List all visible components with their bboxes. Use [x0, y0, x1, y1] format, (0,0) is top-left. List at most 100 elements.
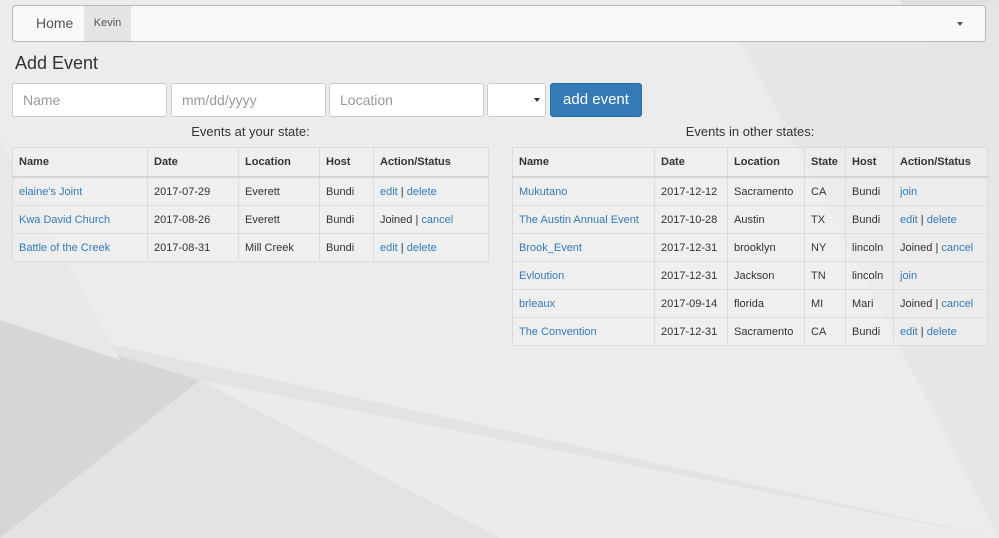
- delete-link[interactable]: delete: [927, 214, 957, 226]
- event-host-cell: lincoln: [845, 261, 894, 290]
- event-name-cell: Brook_Event: [512, 233, 655, 262]
- event-name-cell: Kwa David Church: [12, 205, 148, 234]
- local-events-caption: Events at your state:: [191, 124, 310, 139]
- column-header: Location: [238, 147, 320, 178]
- event-host-cell: lincoln: [845, 233, 894, 262]
- delete-link[interactable]: delete: [407, 186, 437, 198]
- event-host-cell: Mari: [845, 289, 894, 318]
- event-state-cell: NY: [804, 233, 846, 262]
- table-row: brleaux 2017-09-14 florida MI Mari Joined | c…: [512, 289, 988, 318]
- action-status-cell: edit | delete: [893, 317, 988, 346]
- event-host-cell: Bundi: [319, 233, 374, 262]
- name-input[interactable]: [12, 83, 167, 117]
- event-name-link[interactable]: Kwa David Church: [19, 214, 110, 226]
- event-name-cell: Evloution: [512, 261, 655, 290]
- local-events-table: Name Date Location Host Action/Status elaine…: [12, 147, 489, 262]
- chevron-down-icon[interactable]: [957, 22, 963, 26]
- date-input[interactable]: [171, 83, 326, 117]
- action-status-cell: join: [893, 176, 988, 206]
- edit-link[interactable]: edit: [900, 214, 918, 226]
- column-header: Name: [512, 147, 655, 178]
- status-text: Joined: [380, 213, 413, 226]
- action-status-cell: join: [893, 261, 988, 290]
- page-title: Add Event: [15, 53, 99, 73]
- event-host-cell: Bundi: [319, 176, 374, 206]
- table-row: The Austin Annual Event 2017-10-28 Austin T…: [512, 205, 988, 234]
- status-text: Joined: [900, 297, 933, 310]
- column-header: Host: [319, 147, 374, 178]
- event-date-cell: 2017-12-31: [654, 317, 728, 346]
- event-date-cell: 2017-07-29: [147, 176, 239, 206]
- event-name-link[interactable]: elaine's Joint: [19, 186, 82, 198]
- event-name-cell: The Convention: [512, 317, 655, 346]
- column-header: State: [804, 147, 846, 178]
- action-status-cell: edit | delete: [893, 205, 988, 234]
- join-link[interactable]: join: [900, 270, 917, 282]
- event-date-cell: 2017-12-12: [654, 176, 728, 206]
- event-state-cell: CA: [804, 176, 846, 206]
- event-location-cell: brooklyn: [727, 233, 805, 262]
- nav-home-link[interactable]: Home: [36, 6, 73, 41]
- event-name-link[interactable]: Brook_Event: [519, 242, 582, 254]
- event-date-cell: 2017-08-26: [147, 205, 239, 234]
- event-state-cell: MI: [804, 289, 846, 318]
- event-location-cell: Everett: [238, 176, 320, 206]
- event-location-cell: Everett: [238, 205, 320, 234]
- action-status-cell: edit | delete: [373, 176, 489, 206]
- column-header: Date: [654, 147, 728, 178]
- event-host-cell: Bundi: [319, 205, 374, 234]
- event-name-cell: Battle of the Creek: [12, 233, 148, 262]
- column-header: Date: [147, 147, 239, 178]
- join-link[interactable]: join: [900, 186, 917, 198]
- table-row: Mukutano 2017-12-12 Sacramento CA Bundi join: [512, 176, 988, 206]
- edit-link[interactable]: edit: [900, 326, 918, 338]
- edit-link[interactable]: edit: [380, 186, 398, 198]
- event-location-cell: Sacramento: [727, 317, 805, 346]
- event-name-cell: brleaux: [512, 289, 655, 318]
- table-row: Battle of the Creek 2017-08-31 Mill Creek B…: [12, 233, 489, 262]
- edit-link[interactable]: edit: [380, 242, 398, 254]
- column-header: Action/Status: [893, 147, 988, 178]
- nav-user-link[interactable]: Kevin: [84, 6, 131, 41]
- event-name-link[interactable]: The Austin Annual Event: [519, 214, 639, 226]
- event-date-cell: 2017-08-31: [147, 233, 239, 262]
- event-name-link[interactable]: Mukutano: [519, 186, 567, 198]
- table-header-row: Name Date Location State Host Action/Status: [512, 147, 988, 178]
- event-host-cell: Bundi: [845, 176, 894, 206]
- other-events-table: Name Date Location State Host Action/Status M…: [512, 147, 988, 346]
- event-state-cell: TN: [804, 261, 846, 290]
- event-name-link[interactable]: The Convention: [519, 326, 597, 338]
- event-date-cell: 2017-09-14: [654, 289, 728, 318]
- event-date-cell: 2017-10-28: [654, 205, 728, 234]
- event-location-cell: Sacramento: [727, 176, 805, 206]
- event-name-link[interactable]: brleaux: [519, 298, 555, 310]
- state-select[interactable]: [487, 83, 546, 117]
- event-name-cell: The Austin Annual Event: [512, 205, 655, 234]
- table-row: elaine's Joint 2017-07-29 Everett Bundi edit…: [12, 176, 489, 206]
- status-text: Joined: [900, 241, 933, 254]
- event-name-cell: elaine's Joint: [12, 176, 148, 206]
- navbar: Home Kevin: [12, 5, 986, 42]
- event-name-cell: Mukutano: [512, 176, 655, 206]
- column-header: Host: [845, 147, 894, 178]
- column-header: Action/Status: [373, 147, 489, 178]
- event-state-cell: TX: [804, 205, 846, 234]
- delete-link[interactable]: delete: [927, 326, 957, 338]
- table-row: Evloution 2017-12-31 Jackson TN lincoln join: [512, 261, 988, 290]
- table-row: The Convention 2017-12-31 Sacramento CA Bund…: [512, 317, 988, 346]
- cancel-link[interactable]: cancel: [941, 298, 973, 310]
- event-location-cell: Austin: [727, 205, 805, 234]
- event-state-cell: CA: [804, 317, 846, 346]
- event-name-link[interactable]: Evloution: [519, 270, 564, 282]
- select-caret-icon: [534, 98, 540, 102]
- event-name-link[interactable]: Battle of the Creek: [19, 242, 110, 254]
- location-input[interactable]: [329, 83, 484, 117]
- cancel-link[interactable]: cancel: [941, 242, 973, 254]
- add-event-button[interactable]: add event: [550, 83, 642, 117]
- delete-link[interactable]: delete: [407, 242, 437, 254]
- action-status-cell: edit | delete: [373, 233, 489, 262]
- event-location-cell: Mill Creek: [238, 233, 320, 262]
- action-status-cell: Joined | cancel: [893, 233, 988, 262]
- action-status-cell: Joined | cancel: [373, 205, 489, 234]
- cancel-link[interactable]: cancel: [421, 214, 453, 226]
